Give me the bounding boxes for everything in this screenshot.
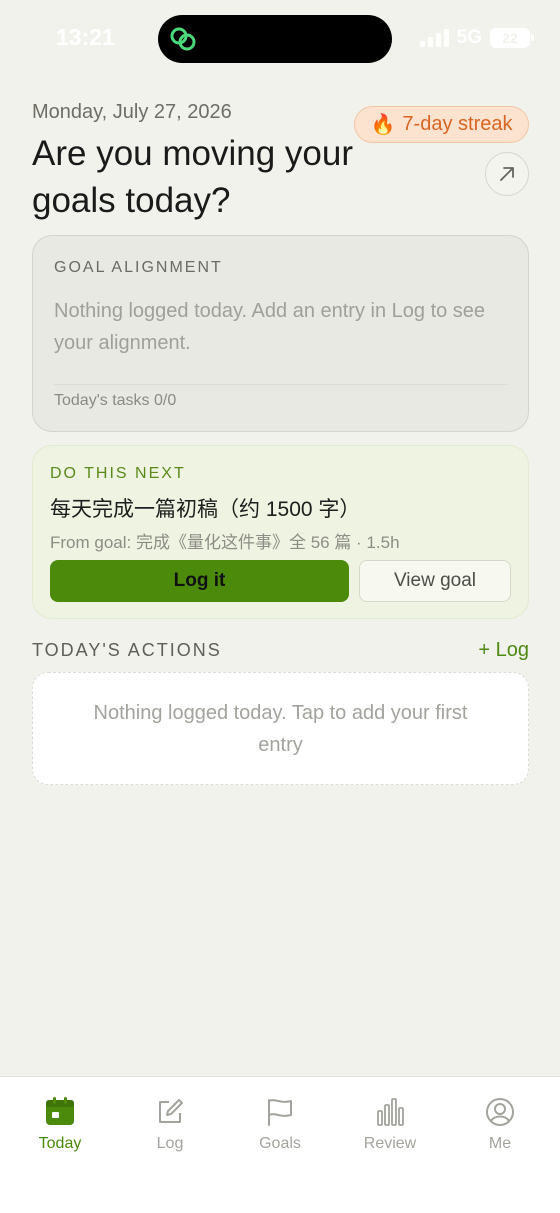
battery-level: 22 [502, 30, 518, 46]
signal-icon [419, 29, 449, 47]
streak-badge[interactable]: 🔥 7-day streak [354, 106, 529, 143]
add-log-link[interactable]: + Log [478, 639, 529, 662]
tasks-count: Today's tasks 0/0 [54, 392, 177, 409]
tab-label: Goals [259, 1135, 301, 1152]
dynamic-island [158, 15, 392, 63]
flag-icon [268, 1099, 292, 1126]
next-task-source: From goal: 完成《量化这件事》全 56 篇 · 1.5h [50, 533, 400, 552]
goal-alignment-card: GOAL ALIGNMENT Nothing logged today. Add… [32, 235, 529, 432]
goal-alignment-message: Nothing logged today. Add an entry in Lo… [54, 300, 486, 354]
divider [54, 384, 507, 385]
empty-actions-card[interactable]: Nothing logged today. Tap to add your fi… [32, 672, 529, 785]
todays-actions-title: TODAY'S ACTIONS [32, 640, 222, 660]
battery-icon: 22 [490, 28, 534, 48]
link-icon [170, 27, 196, 51]
tab-label: Today [38, 1135, 82, 1152]
tab-me[interactable]: Me [445, 1095, 555, 1153]
tab-label: Review [363, 1135, 417, 1152]
do-this-next-card: DO THIS NEXT 每天完成一篇初稿（约 1500 字） From goa… [32, 445, 529, 619]
empty-actions-message: Nothing logged today. Tap to add your fi… [93, 701, 468, 756]
tab-label: Me [488, 1135, 512, 1152]
next-task-title: 每天完成一篇初稿（约 1500 字） [50, 498, 361, 521]
status-time: 13:21 [56, 24, 115, 50]
tab-log[interactable]: Log [115, 1095, 225, 1153]
view-goal-button[interactable]: View goal [359, 560, 511, 602]
bar-chart-icon [377, 1098, 404, 1126]
tab-review[interactable]: Review [335, 1095, 445, 1153]
tab-label: Log [156, 1135, 184, 1152]
do-this-next-label: DO THIS NEXT [50, 465, 186, 482]
tab-today[interactable]: Today [5, 1095, 115, 1153]
date-label: Monday, July 27, 2026 [32, 101, 232, 123]
edit-icon [159, 1099, 183, 1123]
user-circle-icon [486, 1098, 514, 1126]
streak-label: 7-day streak [402, 113, 513, 135]
fire-icon: 🔥 [370, 114, 396, 136]
arrow-up-right-icon [500, 167, 514, 181]
tab-goals[interactable]: Goals [225, 1095, 335, 1153]
page-title: Are you moving your goals today? [32, 134, 353, 220]
calendar-icon [46, 1097, 74, 1125]
status-bar: 13:21 5G 22 [0, 0, 560, 80]
log-it-button[interactable]: Log it [50, 560, 349, 602]
tab-bar: Today Log Goals Review Me [0, 1076, 560, 1213]
share-button[interactable] [485, 152, 529, 196]
network-type: 5G [456, 27, 482, 48]
goal-alignment-title: GOAL ALIGNMENT [54, 259, 223, 276]
